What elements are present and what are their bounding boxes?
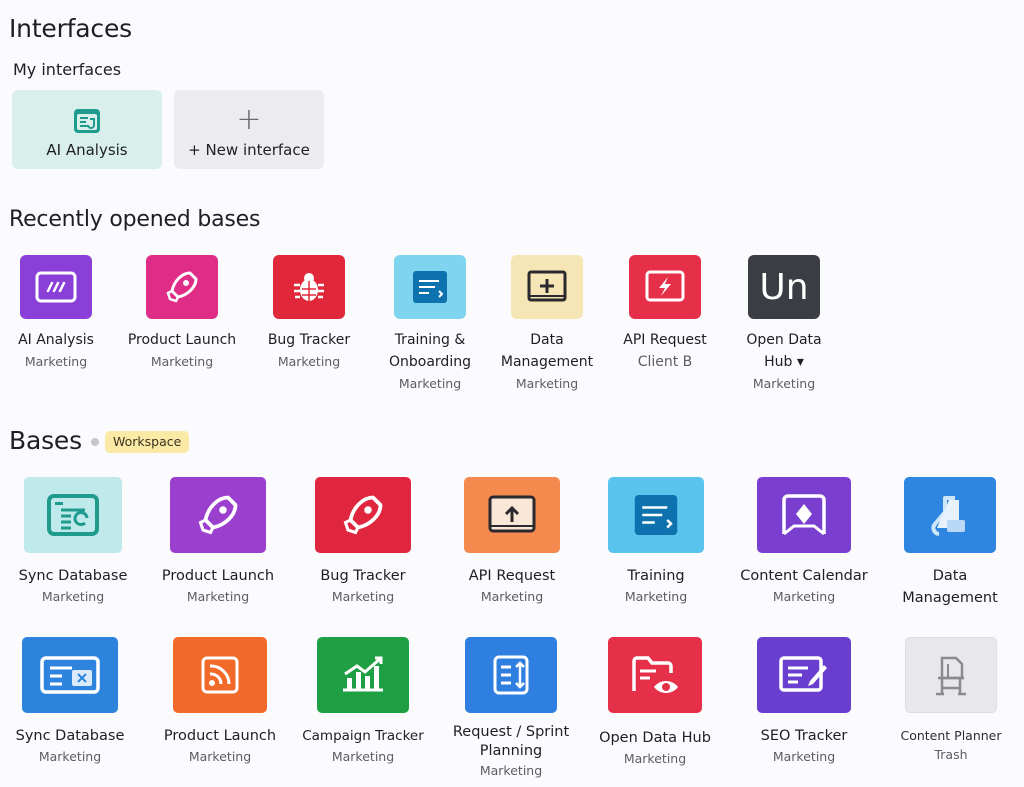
base-workspace: Trash (934, 747, 968, 762)
base-product-launch[interactable]: Product Launch Marketing (143, 477, 293, 607)
base-product-launch-2[interactable]: Product Launch Marketing (145, 637, 295, 767)
separator-dot (91, 438, 99, 446)
base-name: SEO Tracker (760, 728, 848, 744)
base-workspace: Marketing (188, 749, 252, 764)
base-name: API Request (468, 568, 556, 584)
base-workspace: Marketing (624, 589, 688, 604)
sync-window-icon (24, 477, 122, 553)
recent-base-training-onboarding[interactable]: Training & Onboarding Marketing (370, 255, 490, 395)
base-workspace: Marketing (150, 354, 214, 369)
base-name: Product Launch (161, 568, 275, 584)
slash-window-icon (20, 255, 92, 319)
base-workspace: Marketing (623, 751, 687, 766)
my-interfaces-heading: My interfaces (13, 60, 122, 79)
data-window-icon (511, 255, 583, 319)
base-name: Request / Sprint Planning (452, 724, 570, 759)
interface-dashboard-icon (72, 107, 102, 135)
base-name: Campaign Tracker (302, 728, 424, 744)
plus-icon: + (236, 102, 262, 137)
base-campaign-tracker[interactable]: Campaign Tracker Marketing (288, 637, 438, 767)
bug-icon (273, 255, 345, 319)
base-name: Sync Database (15, 728, 125, 744)
base-api-request[interactable]: API Request Marketing (437, 477, 587, 607)
base-workspace: Marketing (752, 376, 816, 391)
rocket-icon (170, 477, 266, 553)
base-sync-database[interactable]: Sync Database Marketing (0, 477, 148, 607)
recent-base-open-data-hub[interactable]: Un Open Data Hub ▾ Marketing (724, 255, 844, 395)
base-workspace: Client B (637, 354, 693, 370)
flask-icon (904, 477, 996, 553)
recent-bases-heading: Recently opened bases (9, 207, 261, 232)
base-name: Bug Tracker (320, 568, 406, 584)
base-name: Content Planner (900, 728, 1002, 743)
base-workspace: Marketing (24, 354, 88, 369)
chair-outline-icon (905, 637, 997, 713)
base-workspace: Marketing (186, 589, 250, 604)
folder-eye-icon (608, 637, 702, 713)
base-content-calendar[interactable]: Content Calendar Marketing (729, 477, 879, 607)
base-training[interactable]: Training Marketing (581, 477, 731, 607)
pencil-doc-icon (757, 637, 851, 713)
recent-base-product-launch[interactable]: Product Launch Marketing (122, 255, 242, 373)
interface-card-label: AI Analysis (46, 141, 128, 159)
rocket-icon (315, 477, 411, 553)
base-name: AI Analysis (18, 332, 94, 348)
interface-card-ai-analysis[interactable]: AI Analysis (12, 90, 162, 169)
recent-base-api-request[interactable]: API Request Client B (605, 255, 725, 373)
base-workspace: Marketing (515, 376, 579, 391)
un-monogram-icon: Un (748, 255, 820, 319)
base-name[interactable]: Open Data Hub ▾ (724, 329, 844, 373)
base-name: Data Management (902, 568, 998, 606)
training-doc-icon (394, 255, 466, 319)
base-request-sprint-planning[interactable]: Request / Sprint Planning Marketing (436, 637, 586, 781)
base-sync-database-2[interactable]: Sync Database Marketing (0, 637, 145, 767)
base-name: Product Launch (127, 332, 237, 348)
bases-heading: Bases (9, 426, 82, 455)
base-name: Sync Database (18, 568, 128, 584)
base-name: Content Calendar (740, 568, 868, 584)
recent-base-bug-tracker[interactable]: Bug Tracker Marketing (249, 255, 369, 373)
base-workspace: Marketing (331, 749, 395, 764)
upload-window-icon (464, 477, 560, 553)
base-data-management[interactable]: Data Management (875, 477, 1024, 609)
base-name: Product Launch (163, 728, 277, 744)
base-content-planner[interactable]: Content Planner Trash (876, 637, 1024, 765)
base-workspace: Marketing (398, 376, 462, 391)
base-workspace: Marketing (772, 589, 836, 604)
chart-growth-icon (317, 637, 409, 713)
sprint-list-icon (465, 637, 557, 713)
base-seo-tracker[interactable]: SEO Tracker Marketing (729, 637, 879, 767)
base-name: Open Data Hub (599, 730, 711, 746)
base-workspace: Marketing (38, 749, 102, 764)
page-title: Interfaces (9, 14, 132, 43)
base-workspace: Marketing (41, 589, 105, 604)
new-interface-button[interactable]: + + New interface (174, 90, 324, 169)
base-workspace: Marketing (331, 589, 395, 604)
base-workspace: Marketing (480, 589, 544, 604)
sync-card-icon (22, 637, 118, 713)
base-workspace: Marketing (772, 749, 836, 764)
base-name: Training (627, 568, 685, 584)
base-name: Data Management (500, 332, 594, 370)
recent-base-ai-analysis[interactable]: AI Analysis Marketing (0, 255, 116, 373)
base-name: Bug Tracker (267, 332, 351, 348)
workspace-badge[interactable]: Workspace (105, 431, 190, 453)
new-interface-label: + New interface (188, 141, 310, 159)
base-bug-tracker[interactable]: Bug Tracker Marketing (288, 477, 438, 607)
base-open-data-hub[interactable]: Open Data Hub Marketing (580, 637, 730, 769)
training-doc-icon (608, 477, 704, 553)
rss-icon (173, 637, 267, 713)
frame-diamond-icon (757, 477, 851, 553)
recent-base-data-management[interactable]: Data Management Marketing (487, 255, 607, 395)
base-name: Training & Onboarding (389, 332, 471, 370)
base-workspace: Marketing (479, 763, 543, 778)
lightning-screen-icon (629, 255, 701, 319)
rocket-icon (146, 255, 218, 319)
base-name: API Request (623, 332, 707, 348)
base-workspace: Marketing (277, 354, 341, 369)
